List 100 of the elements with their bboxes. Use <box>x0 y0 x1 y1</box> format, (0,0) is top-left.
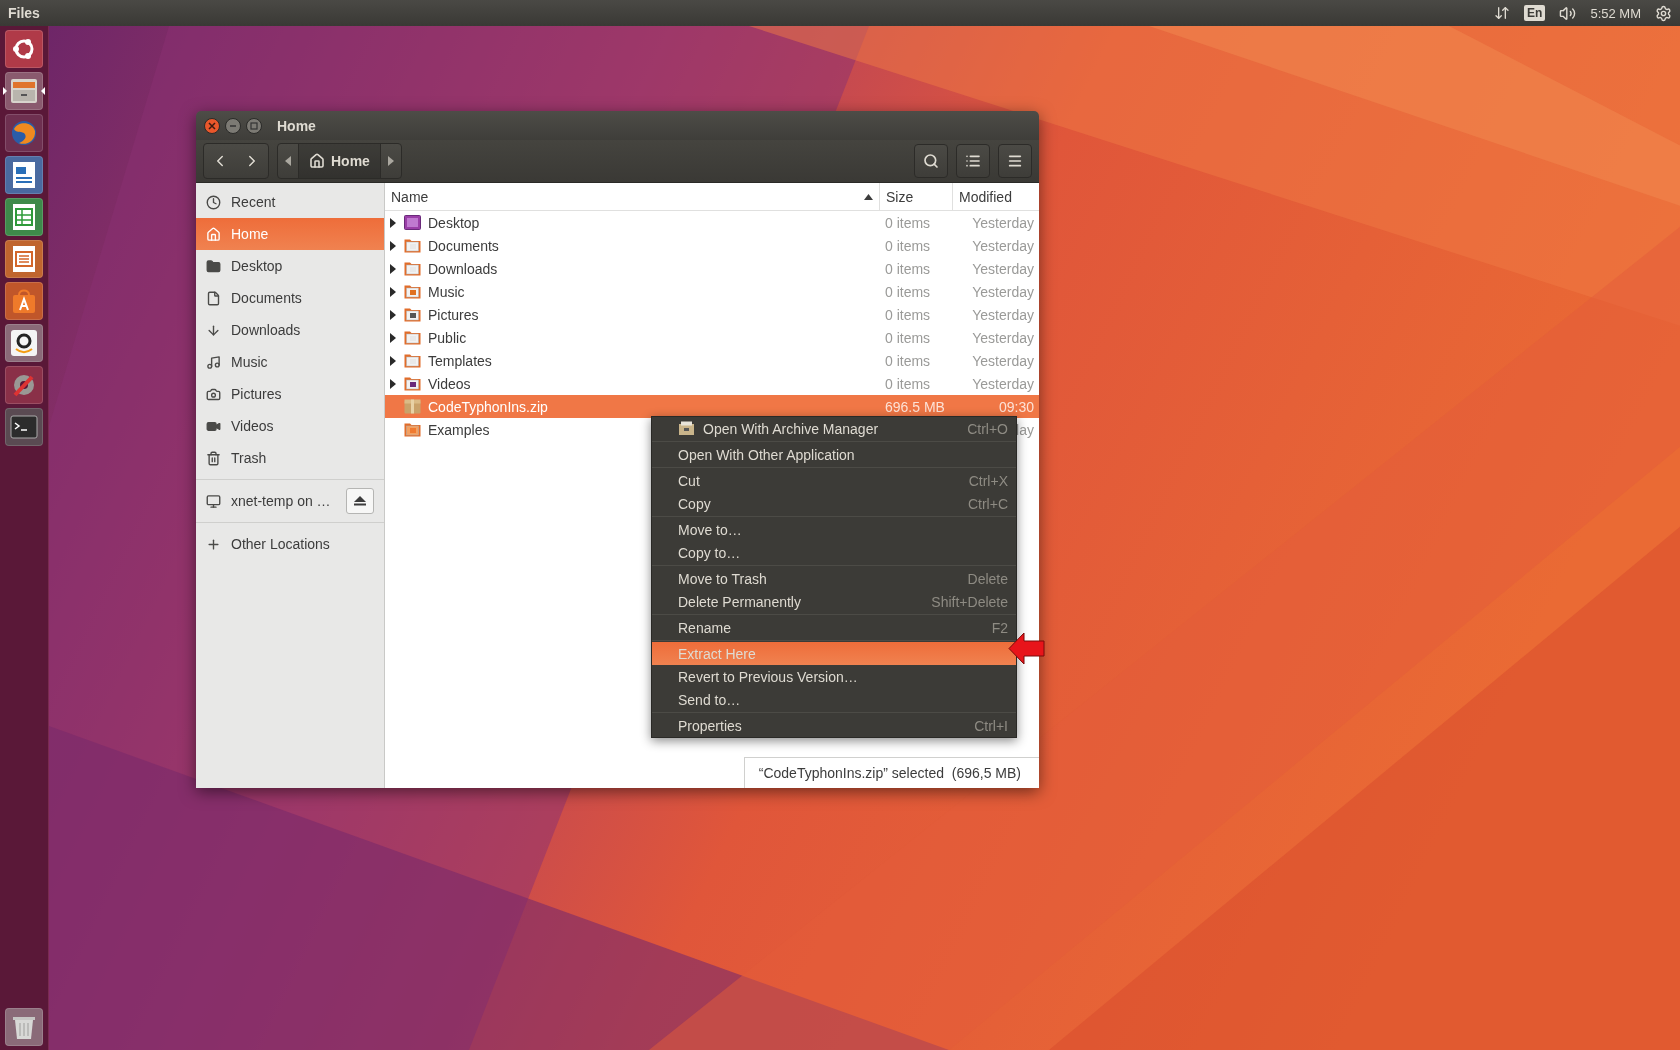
modified-date: lay <box>1016 421 1035 438</box>
expander-icon[interactable] <box>390 240 396 251</box>
folder-icon <box>404 261 421 276</box>
app-name: Files <box>8 5 41 21</box>
menu-icon <box>1007 153 1023 169</box>
file-name: Public <box>428 329 467 346</box>
sidebar-item[interactable]: Desktop <box>196 250 384 282</box>
triangle-right-icon <box>387 156 394 166</box>
eject-icon <box>354 496 366 506</box>
triangle-left-icon <box>285 156 291 166</box>
expander-icon[interactable] <box>390 217 396 228</box>
sidebar-item[interactable]: xnet-temp on … <box>196 485 384 517</box>
menu-item[interactable]: Send to… <box>652 688 1016 711</box>
file-name: Documents <box>428 237 499 254</box>
file-row[interactable]: Documents 0 items Yesterday <box>385 234 1039 257</box>
search-button[interactable] <box>914 144 948 178</box>
clock-icon <box>206 194 221 210</box>
sidebar-item[interactable]: Videos <box>196 410 384 442</box>
modified-date: 09:30 <box>998 398 1035 415</box>
modified-date: Yesterday <box>972 260 1035 277</box>
column-header[interactable]: Modified <box>952 183 1039 210</box>
menu-item[interactable]: Properties Ctrl+I <box>652 714 1016 737</box>
menu-item[interactable]: Move to Trash Delete <box>652 567 1016 590</box>
eject-button[interactable] <box>346 488 374 514</box>
expander-icon[interactable] <box>390 378 396 389</box>
expander-icon[interactable] <box>390 309 396 320</box>
file-size: 0 items <box>884 375 931 392</box>
path-segment[interactable]: Home <box>298 144 381 178</box>
menu-item[interactable]: Open With Other Application <box>652 443 1016 466</box>
running-indicator-icon <box>3 87 45 95</box>
sidebar-item[interactable]: Documents <box>196 282 384 314</box>
menu-item[interactable]: Move to… <box>652 518 1016 541</box>
file-row[interactable]: Videos 0 items Yesterday <box>385 372 1039 395</box>
file-name: Templates <box>428 352 492 369</box>
close-button[interactable] <box>204 117 220 134</box>
launcher-item[interactable] <box>5 324 43 362</box>
folder-icon <box>404 238 421 253</box>
folder-icon <box>404 307 421 322</box>
shortcut-hint: Shift+Delete <box>931 593 1008 610</box>
modified-date: Yesterday <box>972 375 1035 392</box>
maximize-button[interactable] <box>246 117 262 134</box>
network-icon[interactable] <box>1494 5 1511 21</box>
sidebar-item[interactable]: Recent <box>196 186 384 218</box>
archive-icon <box>678 421 695 436</box>
file-size: 0 items <box>884 283 931 300</box>
view-toggle-button[interactable] <box>956 144 990 178</box>
sidebar-item[interactable]: Downloads <box>196 314 384 346</box>
settings-icon[interactable] <box>1655 4 1672 22</box>
expander-icon[interactable] <box>390 263 396 274</box>
volume-icon[interactable] <box>1559 4 1577 22</box>
expander-icon[interactable] <box>390 355 396 366</box>
folder-icon <box>404 376 421 391</box>
maximize-icon <box>250 121 258 130</box>
file-row[interactable]: Pictures 0 items Yesterday <box>385 303 1039 326</box>
file-size: 0 items <box>884 260 931 277</box>
sidebar-item[interactable]: Other Locations <box>196 528 384 560</box>
menu-item[interactable]: Rename F2 <box>652 616 1016 639</box>
file-name: CodeTyphonIns.zip <box>428 398 548 415</box>
menu-item[interactable]: Copy to… <box>652 541 1016 564</box>
column-header[interactable]: Name <box>385 183 879 210</box>
menu-item[interactable]: Revert to Previous Version… <box>652 665 1016 688</box>
folder-icon <box>404 215 421 230</box>
menu-item[interactable]: Cut Ctrl+X <box>652 469 1016 492</box>
sidebar-item[interactable]: Pictures <box>196 378 384 410</box>
home-icon <box>206 226 221 242</box>
file-size: 0 items <box>884 237 931 254</box>
folder-icon <box>206 258 221 274</box>
minimize-button[interactable] <box>225 117 241 134</box>
keyboard-layout[interactable]: En <box>1524 5 1546 21</box>
file-row[interactable]: Desktop 0 items Yesterday <box>385 211 1039 234</box>
modified-date: Yesterday <box>972 237 1035 254</box>
smile-logo-icon <box>10 329 38 357</box>
column-header[interactable]: Size <box>879 183 952 210</box>
menu-button[interactable] <box>998 144 1032 178</box>
clock[interactable]: 5:52 MM <box>1590 5 1641 21</box>
menu-item[interactable]: Copy Ctrl+C <box>652 492 1016 515</box>
package-icon <box>404 399 421 414</box>
file-size: 0 items <box>884 306 931 323</box>
folder-icon <box>404 422 421 437</box>
shortcut-hint: Ctrl+I <box>974 717 1008 734</box>
sidebar-item[interactable]: Trash <box>196 442 384 474</box>
expander-icon[interactable] <box>390 286 396 297</box>
cabinet-icon <box>10 78 38 104</box>
folder-icon <box>404 330 421 345</box>
file-size: 696.5 MB <box>884 398 945 415</box>
file-name: Pictures <box>428 306 479 323</box>
sort-up-icon <box>864 193 873 200</box>
file-row[interactable]: Downloads 0 items Yesterday <box>385 257 1039 280</box>
file-row[interactable]: Music 0 items Yesterday <box>385 280 1039 303</box>
file-row[interactable]: Templates 0 items Yesterday <box>385 349 1039 372</box>
shortcut-hint: Ctrl+X <box>968 472 1008 489</box>
expander-icon[interactable] <box>390 332 396 343</box>
list-view-icon <box>965 153 981 169</box>
file-row[interactable]: Public 0 items Yesterday <box>385 326 1039 349</box>
window-title: Home <box>277 117 316 134</box>
menu-item[interactable]: Delete Permanently Shift+Delete <box>652 590 1016 613</box>
menu-item[interactable]: Open With Archive Manager Ctrl+O <box>652 417 1016 440</box>
sidebar-item[interactable]: Music <box>196 346 384 378</box>
file-name: Examples <box>428 421 490 438</box>
folder-icon <box>404 284 421 299</box>
